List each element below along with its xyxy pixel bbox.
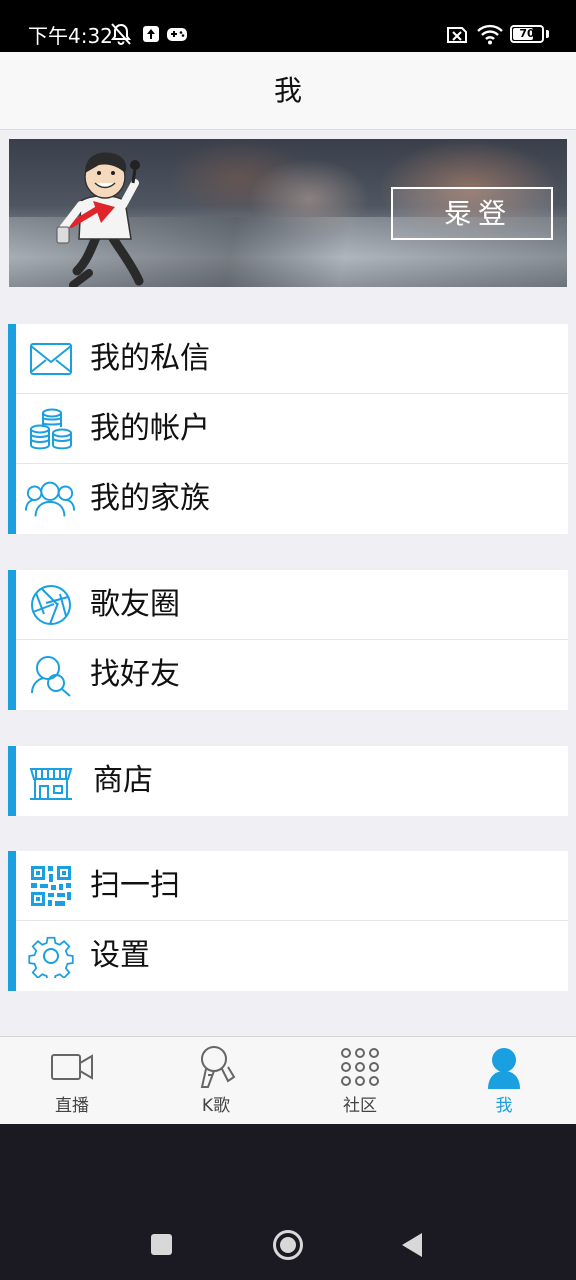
tab-label-karaoke: K歌	[201, 1096, 231, 1116]
menu-item-family[interactable]: 我的家族	[16, 464, 568, 534]
battery-cap	[546, 30, 549, 38]
qr-code-icon	[31, 866, 71, 906]
tab-label-me: 我	[495, 1096, 513, 1116]
microphone-icon	[200, 1046, 236, 1088]
no-sim-icon	[447, 27, 467, 43]
status-bar: 下午4:32 70	[0, 0, 576, 52]
mail-icon	[30, 343, 72, 375]
aperture-icon	[31, 585, 71, 625]
recent-apps-button[interactable]	[151, 1234, 172, 1255]
gamepad-icon	[167, 28, 187, 41]
menu-label-settings: 设置	[90, 938, 150, 973]
tab-label-community: 社区	[343, 1096, 377, 1116]
menu-group-store: 商店	[8, 746, 568, 816]
menu-group-account: 我的私信 我的帐户 我的家族	[8, 324, 568, 534]
tab-community[interactable]: 社区	[288, 1037, 432, 1125]
home-button[interactable]	[273, 1230, 303, 1260]
menu-item-moments[interactable]: 歌友圈	[16, 570, 568, 640]
video-camera-icon	[51, 1054, 93, 1080]
tab-me[interactable]: 我	[432, 1037, 576, 1125]
find-friend-icon	[31, 656, 71, 697]
page-title: 我	[273, 74, 302, 107]
menu-label-store: 商店	[93, 763, 153, 798]
menu-label-messages: 我的私信	[90, 341, 210, 376]
profile-banner: 登录	[9, 139, 567, 287]
mute-bell-icon	[110, 23, 132, 45]
upload-icon	[143, 26, 159, 42]
menu-label-find-friends: 找好友	[90, 657, 180, 692]
bottom-tab-bar: 直播 K歌 社区 我	[0, 1036, 576, 1124]
menu-group-tools: 扫一扫 设置	[8, 851, 568, 991]
menu-item-scan[interactable]: 扫一扫	[16, 851, 568, 921]
battery-level: 70	[519, 27, 535, 40]
coins-icon	[30, 408, 72, 450]
system-navigation-bar	[0, 1124, 576, 1280]
menu-item-account[interactable]: 我的帐户	[16, 394, 568, 464]
wifi-icon	[477, 24, 503, 45]
menu-label-moments: 歌友圈	[90, 587, 180, 622]
tab-live[interactable]: 直播	[0, 1037, 144, 1125]
battery-icon: 70	[510, 25, 544, 43]
menu-item-settings[interactable]: 设置	[16, 921, 568, 991]
grid-dots-icon	[341, 1048, 379, 1086]
page-header: 我	[0, 52, 576, 130]
singing-mascot-illustration	[56, 152, 144, 287]
menu-item-messages[interactable]: 我的私信	[16, 324, 568, 394]
tab-label-live: 直播	[55, 1096, 89, 1116]
tab-karaoke[interactable]: K歌	[144, 1037, 288, 1125]
menu-group-social: 歌友圈 找好友	[8, 570, 568, 710]
menu-item-store[interactable]: 商店	[16, 746, 568, 816]
menu-label-family: 我的家族	[90, 481, 210, 516]
status-time: 下午4:32	[28, 24, 113, 48]
gear-icon	[28, 936, 74, 978]
login-button[interactable]: 登录	[391, 187, 553, 240]
menu-item-find-friends[interactable]: 找好友	[16, 640, 568, 710]
login-button-label: 登录	[437, 197, 506, 230]
user-icon	[488, 1048, 520, 1089]
store-icon	[29, 768, 73, 800]
menu-label-account: 我的帐户	[90, 411, 210, 446]
family-icon	[24, 481, 76, 517]
menu-label-scan: 扫一扫	[90, 868, 180, 903]
back-button[interactable]	[402, 1233, 422, 1257]
